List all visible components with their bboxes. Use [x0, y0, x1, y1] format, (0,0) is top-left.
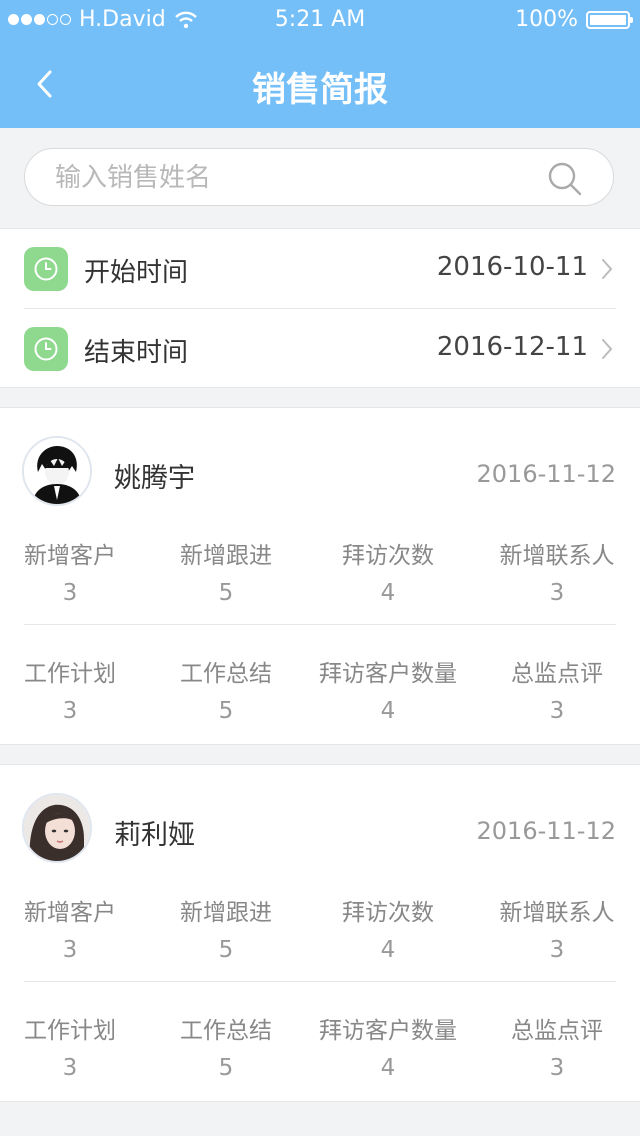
salesperson-name: 莉利娅: [114, 820, 195, 851]
avatar: [22, 436, 92, 506]
stat-label: 新增跟进: [180, 543, 272, 569]
salesperson-name: 姚腾宇: [114, 463, 195, 494]
stat-label: 工作总结: [180, 661, 272, 687]
battery-percent: 100%: [515, 7, 578, 32]
chevron-right-icon: [602, 259, 613, 279]
clock-icon: [24, 327, 68, 371]
stat-value: 5: [218, 1055, 234, 1081]
stat-value: 3: [62, 937, 78, 963]
stat-item: 新增跟进 5: [146, 536, 306, 606]
end-date-label: 结束时间: [84, 338, 189, 368]
stat-value: 3: [549, 580, 565, 606]
start-date-value: 2016-10-11: [436, 252, 588, 282]
stat-label: 总监点评: [511, 1018, 603, 1044]
divider: [24, 624, 616, 625]
stat-value: 5: [218, 698, 234, 724]
stat-item: 总监点评 3: [477, 654, 637, 724]
stat-value: 3: [549, 1055, 565, 1081]
page-title: 销售简报: [252, 70, 388, 110]
stats-row: 新增客户 3 新增跟进 5 拜访次数 4 新增联系人 3: [0, 883, 640, 983]
search-icon[interactable]: [547, 161, 583, 197]
stat-label: 新增客户: [24, 543, 116, 569]
stat-value: 3: [549, 937, 565, 963]
stat-item: 拜访客户数量 4: [308, 1011, 468, 1081]
nav-bar: 销售简报: [0, 40, 640, 128]
stat-value: 3: [62, 1055, 78, 1081]
stat-item: 工作总结 5: [146, 1011, 306, 1081]
stat-value: 4: [380, 698, 396, 724]
stat-value: 5: [218, 937, 234, 963]
divider: [24, 981, 616, 982]
date-filter-panel: 开始时间 2016-10-11 结束时间 2016-12-11: [0, 228, 640, 388]
report-date: 2016-11-12: [476, 817, 616, 845]
stat-item: 新增客户 3: [0, 536, 150, 606]
stat-value: 3: [62, 580, 78, 606]
clock-icon: [24, 247, 68, 291]
stat-item: 新增客户 3: [0, 893, 150, 963]
stat-value: 5: [218, 580, 234, 606]
stat-item: 总监点评 3: [477, 1011, 637, 1081]
stats-row: 工作计划 3 工作总结 5 拜访客户数量 4 总监点评 3: [0, 644, 640, 744]
stat-value: 3: [62, 698, 78, 724]
stat-label: 工作计划: [24, 661, 116, 687]
stat-label: 新增联系人: [499, 900, 615, 926]
stat-label: 新增跟进: [180, 900, 272, 926]
stat-value: 4: [380, 580, 396, 606]
stat-item: 新增联系人 3: [477, 536, 637, 606]
report-card[interactable]: 姚腾宇 2016-11-12 新增客户 3 新增跟进 5 拜访次数 4 新增联系…: [0, 407, 640, 745]
stat-item: 工作总结 5: [146, 654, 306, 724]
stat-label: 拜访次数: [342, 543, 434, 569]
stat-value: 4: [380, 1055, 396, 1081]
stats-row: 新增客户 3 新增跟进 5 拜访次数 4 新增联系人 3: [0, 526, 640, 626]
search-input[interactable]: [53, 159, 537, 197]
status-right: 100%: [515, 7, 633, 32]
stat-item: 新增联系人 3: [477, 893, 637, 963]
stat-label: 拜访客户数量: [319, 661, 457, 687]
start-date-row[interactable]: 开始时间 2016-10-11: [0, 229, 640, 309]
stat-label: 新增联系人: [499, 543, 615, 569]
status-bar: H.David 5:21 AM 100%: [0, 0, 640, 40]
search-section: [0, 128, 640, 228]
report-date: 2016-11-12: [476, 460, 616, 488]
stat-item: 工作计划 3: [0, 654, 150, 724]
end-date-row[interactable]: 结束时间 2016-12-11: [0, 309, 640, 389]
battery-icon: [586, 10, 633, 29]
stats-row: 工作计划 3 工作总结 5 拜访客户数量 4 总监点评 3: [0, 1001, 640, 1101]
avatar: [22, 793, 92, 863]
stat-item: 拜访次数 4: [308, 893, 468, 963]
end-date-value: 2016-12-11: [436, 332, 588, 362]
stat-item: 拜访次数 4: [308, 536, 468, 606]
stat-label: 拜访次数: [342, 900, 434, 926]
stat-item: 拜访客户数量 4: [308, 654, 468, 724]
stat-value: 3: [549, 698, 565, 724]
stat-label: 总监点评: [511, 661, 603, 687]
stat-label: 新增客户: [24, 900, 116, 926]
search-box: [24, 148, 614, 206]
report-card[interactable]: 莉利娅 2016-11-12 新增客户 3 新增跟进 5 拜访次数 4 新增联系…: [0, 764, 640, 1102]
stat-item: 工作计划 3: [0, 1011, 150, 1081]
chevron-right-icon: [602, 339, 613, 359]
stat-label: 拜访客户数量: [319, 1018, 457, 1044]
stat-value: 4: [380, 937, 396, 963]
stat-label: 工作计划: [24, 1018, 116, 1044]
start-date-label: 开始时间: [84, 258, 189, 288]
stat-label: 工作总结: [180, 1018, 272, 1044]
stat-item: 新增跟进 5: [146, 893, 306, 963]
